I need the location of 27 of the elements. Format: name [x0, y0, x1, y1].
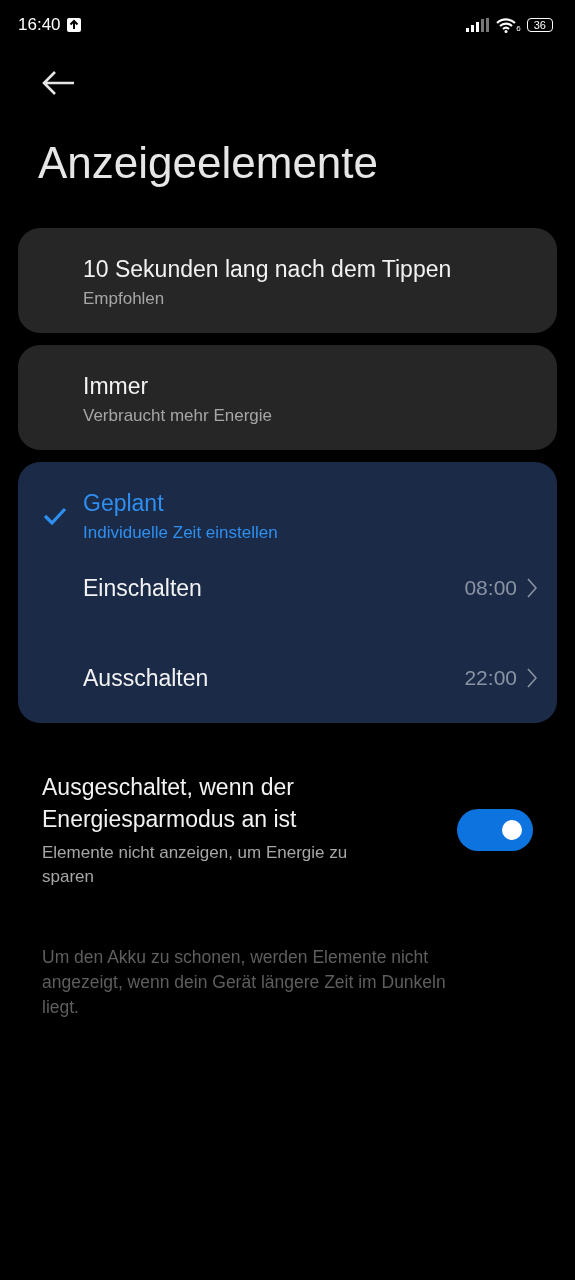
- schedule-label[interactable]: Einschalten: [83, 574, 202, 602]
- check-icon: [43, 506, 67, 526]
- option-title: Immer: [83, 373, 150, 400]
- schedule-time[interactable]: 22:00: [464, 666, 517, 690]
- option-card[interactable]: Immer Verbraucht mehr Energie: [18, 345, 557, 450]
- toggle-switch[interactable]: [457, 809, 533, 851]
- option-title: 10 Sekunden lang nach dem Tippen: [83, 256, 453, 283]
- signal-icon: [466, 18, 491, 32]
- wifi-number-label: 6: [516, 24, 521, 33]
- upload-icon: [66, 18, 81, 32]
- option-subtitle: Individuelle Zeit einstellen: [83, 523, 279, 543]
- option-subtitle: Verbraucht mehr Energie: [83, 406, 273, 426]
- option-subtitle: Empfohlen: [83, 289, 166, 309]
- schedule-time[interactable]: 08:00: [464, 576, 517, 600]
- setting-subtitle: Elemente nicht anzeigen, um Energie zu sparen: [42, 842, 349, 888]
- battery-indicator: 36: [526, 18, 553, 32]
- option-title: Geplant: [83, 490, 165, 517]
- status-time: 16:40: [18, 15, 61, 35]
- setting-title: Ausgeschaltet, wenn der Energiesparmodus an ist: [42, 773, 298, 834]
- wifi-icon: [496, 17, 517, 33]
- option-card[interactable]: 10 Sekunden lang nach dem Tippen Empfohlen: [18, 228, 557, 333]
- schedule-label[interactable]: Ausschalten: [83, 664, 209, 692]
- chevron-icon: [527, 578, 537, 598]
- chevron-icon: [527, 668, 537, 688]
- page-title: Anzeigeelemente: [38, 138, 379, 188]
- option-card[interactable]: Geplant Individuelle Zeit einstellen Einschalten 08:00 Ausschalten 22:00: [18, 462, 557, 723]
- footnote: Um den Akku zu schonen, werden Elemente nicht angezeigt, wenn dein Gerät längere Zeit im Dunkeln liegt.: [42, 946, 447, 1019]
